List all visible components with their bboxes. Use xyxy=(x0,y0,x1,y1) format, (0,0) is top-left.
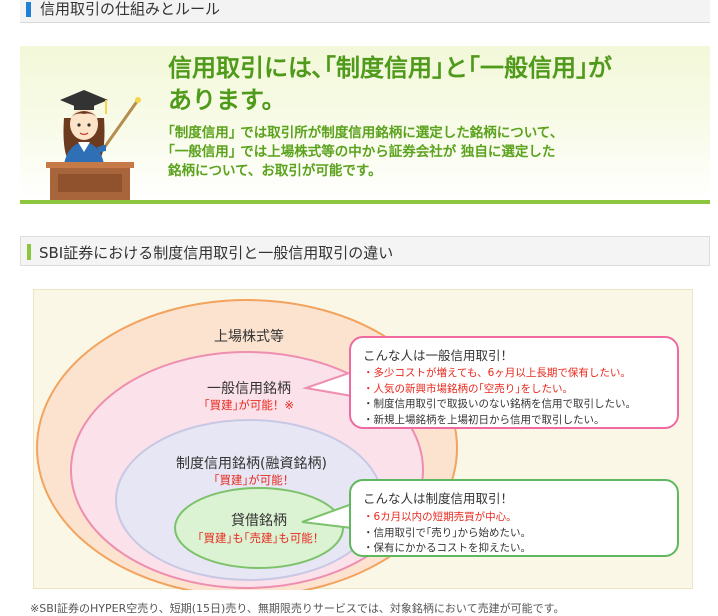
teacher-illustration xyxy=(46,90,141,200)
general-callout-title: こんな人は一般信用取引！ xyxy=(363,348,514,363)
intro-banner: 信用取引には､｢制度信用｣と｢一般信用｣が あります。 ｢制度信用｣ では取引所… xyxy=(20,38,710,204)
comparison-section-title: SBI証券における制度信用取引と一般信用取引の違い xyxy=(39,244,394,262)
credit-types-diagram: 上場株式等 一般信用銘柄 ｢買建｣が可能！※ 制度信用銘柄(融資銘柄) ｢買建｣… xyxy=(33,289,693,590)
general-credit-callout: こんな人は一般信用取引！ ・多少コストが増えても、6ヶ月以上長期で保有したい。・… xyxy=(349,336,679,429)
banner-description: ｢制度信用｣ では取引所が制度信用銘柄に選定した銘柄について､ ｢一般信用｣ で… xyxy=(168,125,558,179)
section-accent-bar xyxy=(27,244,31,260)
lending-stocks-note: ｢買建｣も｢売建｣も可能！ xyxy=(197,531,325,545)
footnote: ※SBI証券のHYPER空売り、短期(15日)売り、無期限売りサービスでは、対象… xyxy=(30,602,565,615)
callout-list-item: ・保有にかかるコストを抑えたい。 xyxy=(363,542,531,554)
listed-stocks-label: 上場株式等 xyxy=(214,329,284,345)
general-credit-note: ｢買建｣が可能！※ xyxy=(203,398,295,412)
callout-list-item: ・多少コストが増えても、6ヶ月以上長期で保有したい。 xyxy=(363,367,631,379)
system-credit-label: 制度信用銘柄(融資銘柄) xyxy=(176,456,327,472)
page-section-header: 信用取引の仕組みとルール xyxy=(20,0,710,23)
callout-list-item: ・新規上場銘柄を上場初日から信用で取引したい。 xyxy=(363,413,605,426)
callout-list-item: ・信用取引で｢売り｣から始めたい。 xyxy=(363,526,531,539)
system-credit-callout: こんな人は制度信用取引！ ・6カ月以内の短期売買が中心。・信用取引で｢売り｣から… xyxy=(349,479,679,557)
callout-list-item: ・人気の新興市場銘柄の｢空売り｣をしたい。 xyxy=(363,382,573,395)
callout-list-item: ・6カ月以内の短期売買が中心。 xyxy=(363,511,517,523)
page-section-title: 信用取引の仕組みとルール xyxy=(40,0,221,18)
callout-list-item: ・制度信用取引で取扱いのない銘柄を信用で取引したい。 xyxy=(363,398,636,410)
system-callout-list: ・6カ月以内の短期売買が中心。・信用取引で｢売り｣から始めたい。 ・保有にかかるコ… xyxy=(363,510,531,557)
general-callout-list: ・多少コストが増えても、6ヶ月以上長期で保有したい。 ・人気の新興市場銘柄の｢空売… xyxy=(363,366,636,428)
banner-headline: 信用取引には､｢制度信用｣と｢一般信用｣が あります。 xyxy=(168,54,612,114)
system-callout-title: こんな人は制度信用取引！ xyxy=(363,491,514,506)
comparison-section-header: SBI証券における制度信用取引と一般信用取引の違い xyxy=(20,236,710,266)
header-accent-bar xyxy=(26,2,31,17)
system-credit-note: ｢買建｣が可能！ xyxy=(213,473,295,487)
general-credit-label: 一般信用銘柄 xyxy=(207,381,291,397)
lending-stocks-label: 貸借銘柄 xyxy=(231,513,287,529)
